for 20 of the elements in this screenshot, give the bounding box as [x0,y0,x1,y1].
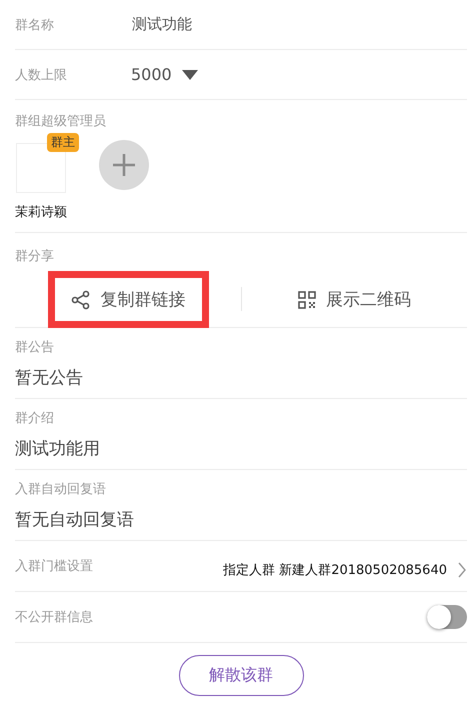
group-name-value: 测试功能 [132,15,192,34]
field-value: 暂无自动回复语 [15,509,135,531]
threshold-setting[interactable]: 指定人群 新建人群20180502085640 [223,553,467,579]
owner-badge: 群主 [47,133,79,152]
field-value: 测试功能用 [15,438,101,460]
field-label: 群名称 [15,16,54,34]
member-limit-dropdown[interactable]: 5000 [131,65,198,84]
field-label: 入群门槛设置 [15,558,93,575]
field-label: 群介绍 [15,410,55,427]
field-label: 人数上限 [15,66,67,84]
dissolve-group-button[interactable]: 解散该群 [178,655,304,696]
show-qr-button[interactable]: 展示二维码 [275,271,434,328]
field-label: 入群自动回复语 [15,481,107,498]
section-label: 群分享 [15,248,55,265]
copy-link-button[interactable]: 复制群链接 [48,271,208,328]
section-label: 群组超级管理员 [15,113,107,130]
member-name: 茉莉诗颖 [15,204,67,221]
field-label: 群公告 [15,339,55,356]
field-value: 暂无公告 [15,367,84,389]
field-label: 不公开群信息 [15,609,93,626]
